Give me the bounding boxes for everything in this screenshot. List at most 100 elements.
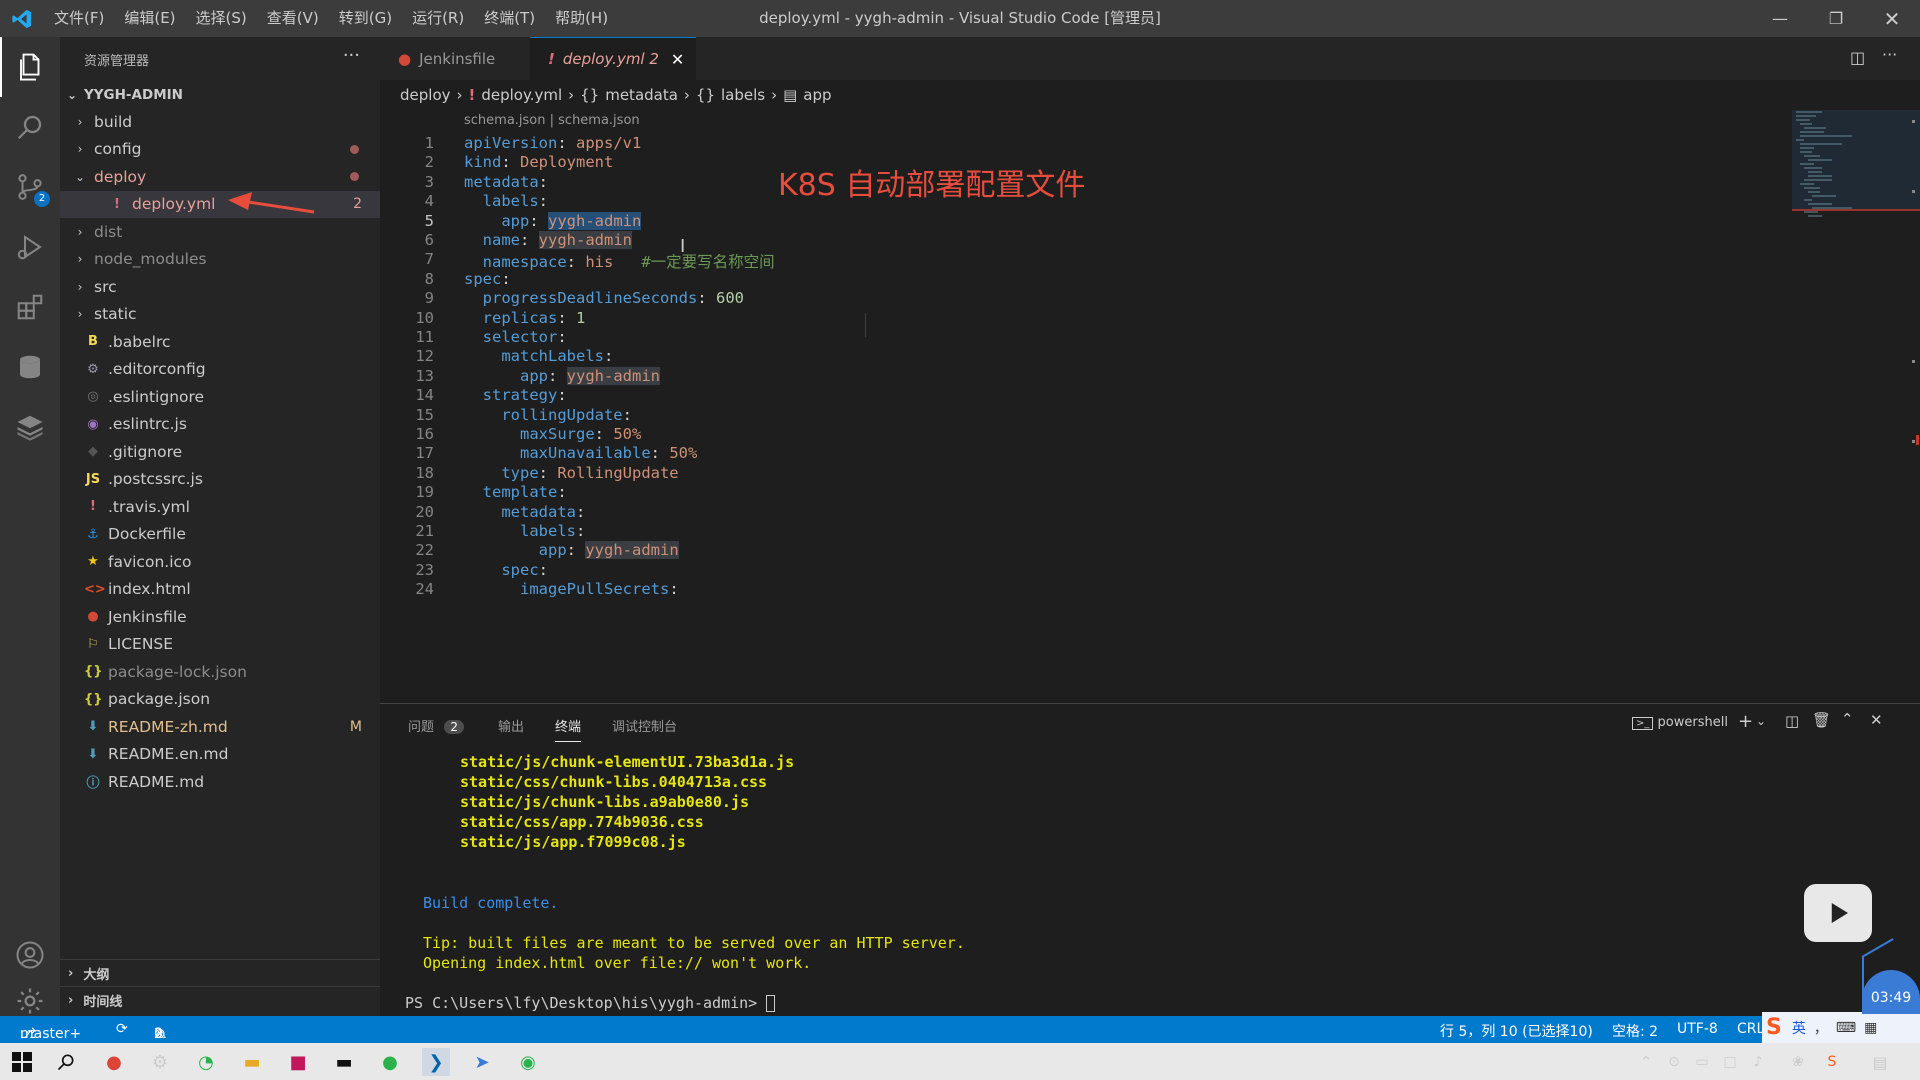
intellij-icon[interactable]: ■: [284, 1048, 312, 1076]
tree-file[interactable]: ★ favicon.ico: [60, 548, 380, 575]
code-line[interactable]: imagePullSecrets:: [464, 580, 679, 598]
layers-icon[interactable]: [0, 397, 60, 457]
tree-file[interactable]: ◆ .gitignore: [60, 438, 380, 465]
code-line[interactable]: rollingUpdate:: [464, 406, 632, 424]
code-line[interactable]: strategy:: [464, 386, 567, 404]
close-window-icon[interactable]: ✕: [1864, 0, 1920, 37]
chrome-icon[interactable]: ●: [100, 1048, 128, 1076]
app-icon[interactable]: ◉: [514, 1048, 542, 1076]
encoding-status[interactable]: UTF-8: [1677, 1021, 1718, 1037]
notification-icon[interactable]: ▤: [1866, 1048, 1894, 1076]
source-control-icon[interactable]: 2: [0, 157, 60, 217]
indent-status[interactable]: 空格: 2: [1612, 1021, 1658, 1041]
breadcrumb-item[interactable]: labels: [721, 86, 765, 104]
code-line[interactable]: replicas: 1: [464, 309, 586, 327]
tree-file[interactable]: ! .travis.yml: [60, 493, 380, 520]
tree-folder[interactable]: › node_modules: [60, 246, 380, 273]
microphone-icon[interactable]: ⊙: [1660, 1048, 1688, 1076]
account-icon[interactable]: [0, 925, 60, 985]
tree-file[interactable]: <> index.html: [60, 576, 380, 603]
steam-icon[interactable]: ⚙: [146, 1048, 174, 1076]
code-line[interactable]: labels:: [464, 522, 585, 540]
vscode-taskbar-icon[interactable]: ❯: [422, 1048, 450, 1076]
menu-help[interactable]: 帮助(H): [545, 0, 618, 37]
chevron-down-icon[interactable]: ⌄: [1756, 714, 1766, 728]
eol-status[interactable]: CRL: [1737, 1021, 1764, 1037]
minimize-icon[interactable]: —: [1752, 0, 1808, 37]
run-debug-icon[interactable]: [0, 217, 60, 277]
ime-toolbar[interactable]: S 英 ， ⌨ ▦: [1762, 1012, 1920, 1043]
code-line[interactable]: app: yygh-admin: [464, 366, 660, 385]
menu-view[interactable]: 查看(V): [257, 0, 329, 37]
breadcrumb-item[interactable]: deploy.yml: [481, 86, 562, 104]
breadcrumb-item[interactable]: app: [803, 86, 831, 104]
tree-file[interactable]: ◎ .eslintignore: [60, 383, 380, 410]
tree-folder[interactable]: › config: [60, 136, 380, 163]
minimap[interactable]: [1792, 110, 1920, 703]
code-line[interactable]: maxSurge: 50%: [464, 425, 641, 443]
tree-folder[interactable]: ⌄ deploy: [60, 163, 380, 190]
extensions-icon[interactable]: [0, 277, 60, 337]
code-line[interactable]: apiVersion: apps/v1: [464, 134, 641, 152]
code-line[interactable]: app: yygh-admin: [464, 541, 679, 560]
code-line[interactable]: labels:: [464, 192, 548, 210]
menu-edit[interactable]: 编辑(E): [114, 0, 185, 37]
tab-debug-console[interactable]: 调试控制台: [612, 716, 677, 735]
new-terminal-icon[interactable]: +: [1738, 711, 1753, 732]
tree-file[interactable]: ⬇ README.en.md: [60, 741, 380, 768]
menu-terminal[interactable]: 终端(T): [474, 0, 545, 37]
wechat-icon[interactable]: ●: [376, 1048, 404, 1076]
tree-file[interactable]: ⚙ .editorconfig: [60, 356, 380, 383]
timeline-section[interactable]: › 时间线: [60, 986, 380, 1013]
code-line[interactable]: type: RollingUpdate: [464, 464, 678, 482]
tab-terminal[interactable]: 终端: [555, 716, 582, 742]
code-line[interactable]: metadata:: [464, 173, 548, 191]
tree-file[interactable]: B .babelrc: [60, 328, 380, 355]
trash-icon[interactable]: 🗑: [1812, 711, 1831, 729]
code-line[interactable]: progressDeadlineSeconds: 600: [464, 289, 744, 307]
windows-start-icon[interactable]: [8, 1048, 36, 1076]
tree-folder[interactable]: › dist: [60, 218, 380, 245]
close-panel-icon[interactable]: ✕: [1870, 711, 1883, 729]
tab-problems[interactable]: 问题 2: [408, 716, 465, 735]
menu-go[interactable]: 转到(G): [329, 0, 402, 37]
tree-file[interactable]: {} package-lock.json: [60, 658, 380, 685]
breadcrumb-item[interactable]: deploy: [400, 86, 451, 104]
explorer-icon[interactable]: [0, 37, 60, 97]
tab-deploy-yml[interactable]: ! deploy.yml 2 ✕: [530, 37, 696, 80]
code-line[interactable]: spec:: [464, 561, 548, 579]
settings-gear-icon[interactable]: [0, 985, 60, 1016]
tree-file[interactable]: ⚓ Dockerfile: [60, 521, 380, 548]
tree-file[interactable]: ⓘ README.md: [60, 768, 380, 795]
menu-run[interactable]: 运行(R): [402, 0, 474, 37]
code-line[interactable]: spec:: [464, 270, 511, 288]
code-line[interactable]: metadata:: [464, 503, 585, 521]
tree-file[interactable]: ● Jenkinsfile: [60, 603, 380, 630]
database-icon[interactable]: [0, 337, 60, 397]
close-tab-icon[interactable]: ✕: [671, 50, 684, 69]
network-icon[interactable]: □: [1716, 1048, 1744, 1076]
tray-app-icon[interactable]: ❀: [1784, 1048, 1812, 1076]
tree-file[interactable]: ⚐ LICENSE: [60, 631, 380, 658]
code-line[interactable]: kind: Deployment: [464, 153, 613, 171]
battery-icon[interactable]: ▭: [1688, 1048, 1716, 1076]
cursor-position[interactable]: 行 5，列 10 (已选择10): [1440, 1021, 1593, 1041]
wechat-dev-icon[interactable]: ◔: [192, 1048, 220, 1076]
tree-file[interactable]: JS .postcssrc.js: [60, 466, 380, 493]
terminal-app-icon[interactable]: ▬: [330, 1048, 358, 1076]
folder-icon[interactable]: ▬: [238, 1048, 266, 1076]
tree-folder[interactable]: › src: [60, 273, 380, 300]
split-terminal-icon[interactable]: ◫: [1785, 712, 1799, 730]
split-editor-icon[interactable]: ◫: [1850, 48, 1865, 67]
code-line[interactable]: name: yygh-admin: [464, 231, 632, 249]
breadcrumb-item[interactable]: metadata: [605, 86, 678, 104]
maximize-panel-icon[interactable]: ⌃: [1841, 710, 1854, 728]
tab-jenkinsfile[interactable]: ● Jenkinsfile: [380, 37, 530, 80]
more-actions-icon[interactable]: ···: [343, 45, 360, 66]
terminal-prompt[interactable]: PS C:\Users\lfy\Desktop\his\yygh-admin>: [405, 994, 776, 1012]
tree-file[interactable]: ⬇ README-zh.md M: [60, 713, 380, 740]
tree-file[interactable]: {} package.json: [60, 686, 380, 713]
code-line[interactable]: app: yygh-admin: [464, 211, 642, 230]
code-editor[interactable]: schema.json | schema.json 1 apiVersion: a…: [380, 110, 1800, 703]
editor-more-icon[interactable]: ···: [1882, 45, 1897, 64]
